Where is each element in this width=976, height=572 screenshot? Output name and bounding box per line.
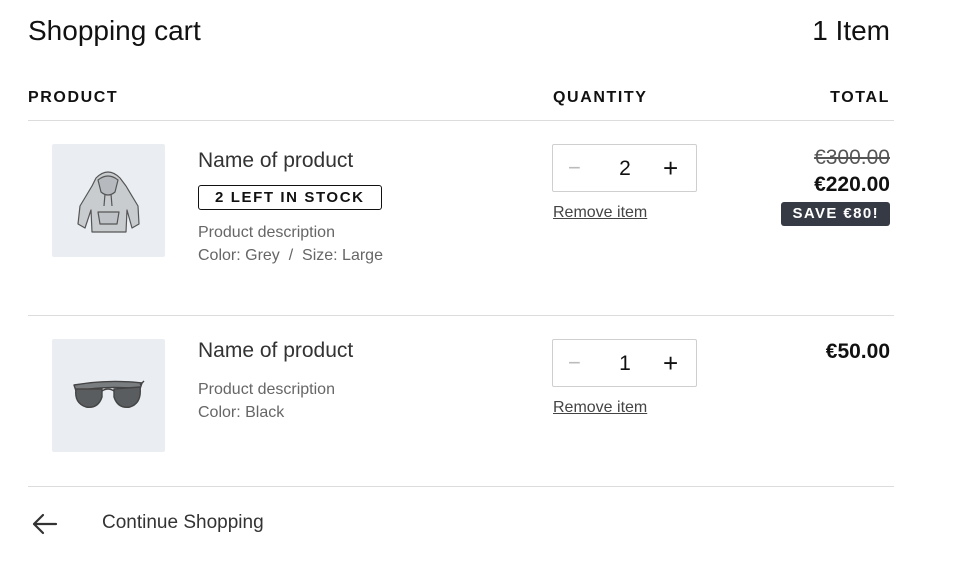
savings-badge: SAVE €80! [781,202,890,226]
column-header-product: PRODUCT [28,89,119,106]
remove-item-link[interactable]: Remove item [553,399,647,417]
decrement-button[interactable]: − [568,155,581,181]
continue-shopping-link[interactable]: Continue Shopping [30,506,310,542]
product-description: Product description [198,381,335,398]
original-price: €300.00 [814,146,890,169]
product-image[interactable] [52,339,165,452]
cart-item-count: 1 Item [812,15,890,46]
stock-badge: 2 LEFT IN STOCK [198,185,382,210]
footer-divider [28,486,894,487]
continue-shopping-label: Continue Shopping [102,512,264,533]
quantity-value[interactable]: 1 [609,352,641,376]
product-variant: Color: Grey / Size: Large [198,247,383,264]
product-description: Product description [198,224,335,241]
quantity-stepper: − 2 + [552,144,697,192]
increment-button[interactable]: + [663,153,678,184]
item-divider [28,315,894,316]
decrement-button[interactable]: − [568,350,581,376]
product-variant: Color: Black [198,404,285,421]
arrow-left-icon [32,513,58,535]
item-total-price: €50.00 [825,340,890,363]
hoodie-icon [77,171,140,233]
header-divider [28,120,894,121]
cart-title: Shopping cart [28,15,201,46]
quantity-stepper: − 1 + [552,339,697,387]
increment-button[interactable]: + [663,348,678,379]
product-name[interactable]: Name of product [198,149,353,173]
quantity-value[interactable]: 2 [609,157,641,181]
column-header-quantity: QUANTITY [553,89,648,106]
column-header-total: TOTAL [830,89,890,106]
product-name[interactable]: Name of product [198,339,353,363]
remove-item-link[interactable]: Remove item [553,204,647,222]
item-total-price: €220.00 [814,173,890,196]
sunglasses-icon [73,380,145,408]
product-image[interactable] [52,144,165,257]
